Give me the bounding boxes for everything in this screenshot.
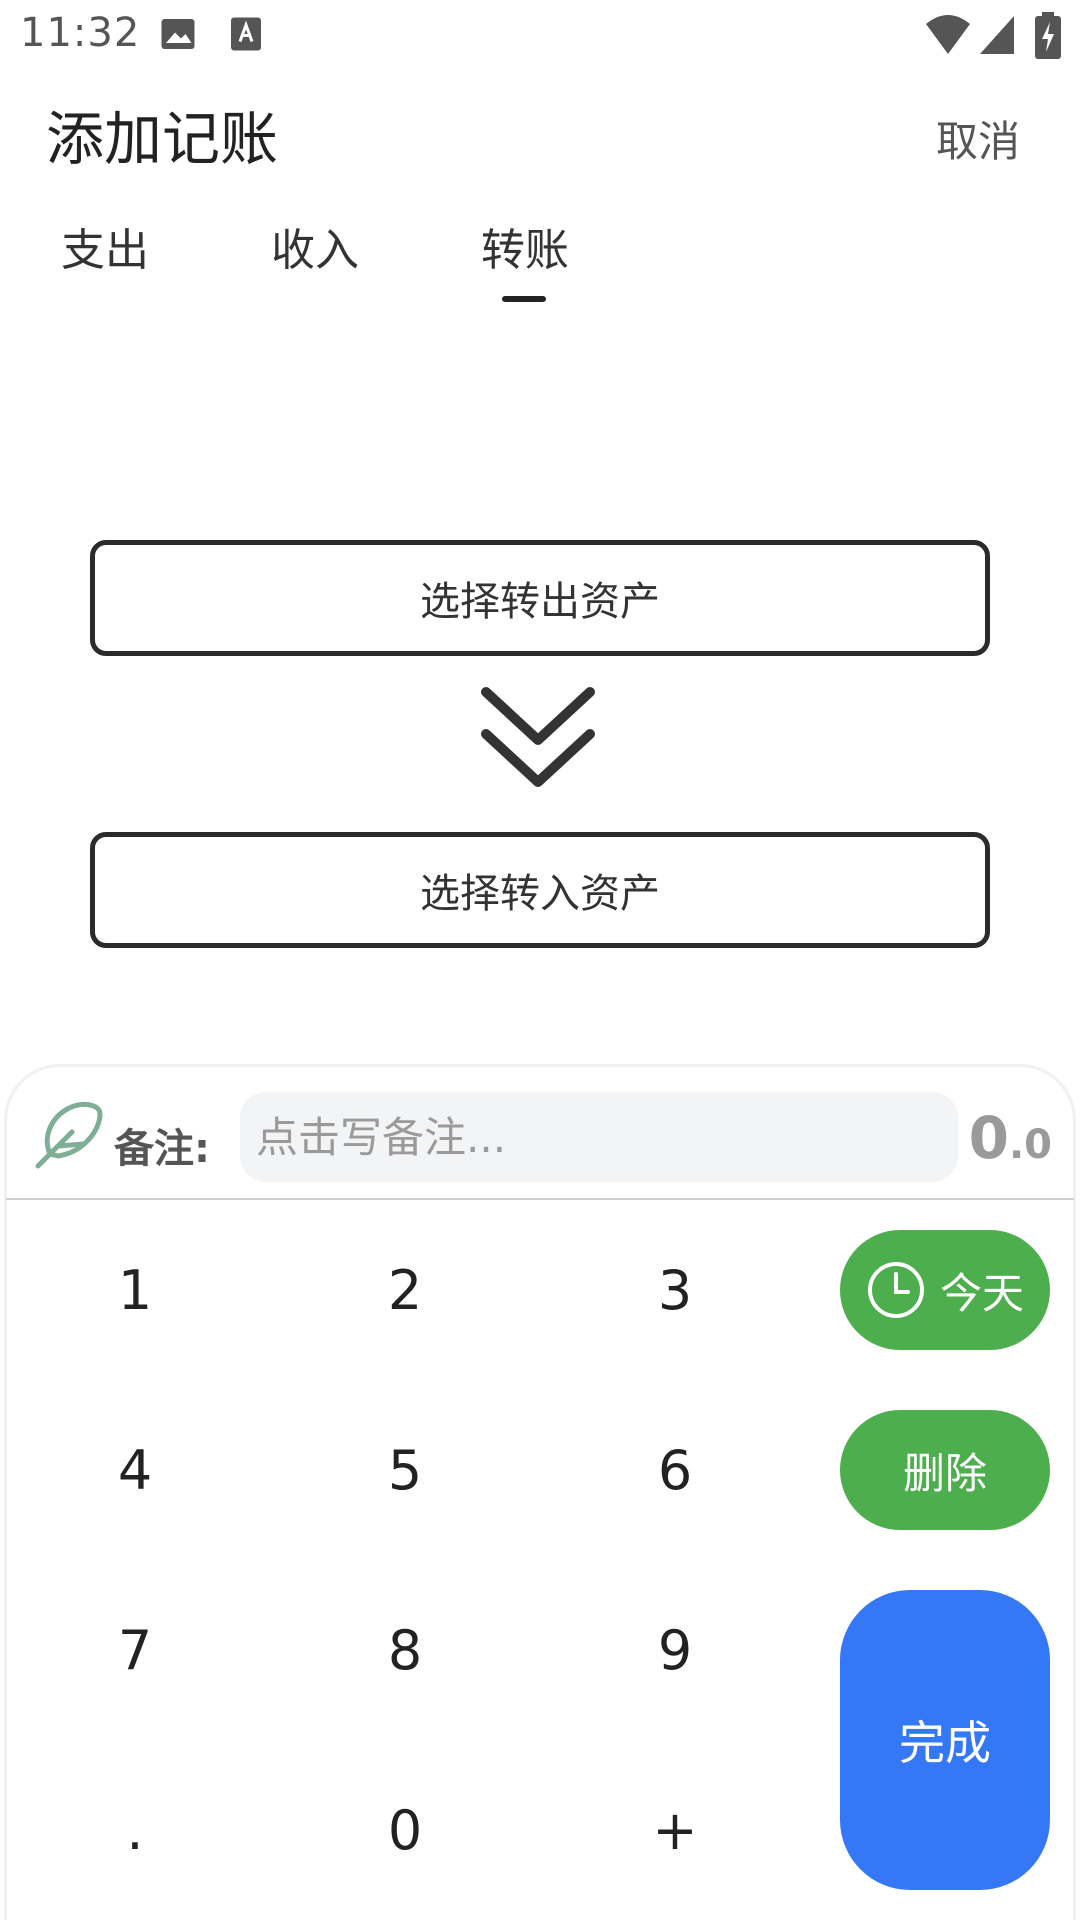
key-0[interactable]: 0: [290, 1770, 520, 1890]
amount-integer: 0: [968, 1104, 1009, 1172]
memo-row: 备注: 0.0: [0, 1064, 1080, 1200]
type-tabs: 支出 收入 转账: [0, 208, 1080, 308]
key-5[interactable]: 5: [290, 1410, 520, 1530]
tab-transfer[interactable]: 转账: [435, 208, 615, 304]
key-plus[interactable]: +: [560, 1770, 790, 1890]
amount-decimal: .0: [1008, 1122, 1052, 1168]
memo-divider: [6, 1198, 1074, 1200]
delete-button[interactable]: 删除: [840, 1410, 1050, 1530]
tab-income[interactable]: 收入: [225, 208, 405, 304]
cancel-button[interactable]: 取消: [936, 108, 1020, 169]
select-to-asset-button[interactable]: 选择转入资产: [90, 832, 990, 948]
header: 添加记账 取消: [0, 72, 1080, 192]
done-button[interactable]: 完成: [840, 1590, 1050, 1890]
battery-charging-icon: [1035, 12, 1061, 59]
feather-icon: [35, 1101, 103, 1169]
status-bar: 11:32: [0, 0, 1080, 72]
clock-icon: [867, 1262, 924, 1318]
wifi-icon: [926, 15, 970, 54]
memo-input[interactable]: [240, 1092, 958, 1182]
key-7[interactable]: 7: [20, 1590, 250, 1710]
key-6[interactable]: 6: [560, 1410, 790, 1530]
double-chevron-down-icon: [481, 687, 595, 787]
key-2[interactable]: 2: [290, 1230, 520, 1350]
tab-expense[interactable]: 支出: [15, 208, 195, 304]
memo-label: 备注:: [114, 1126, 210, 1172]
key-9[interactable]: 9: [560, 1590, 790, 1710]
key-1[interactable]: 1: [20, 1230, 250, 1350]
today-label: 今天: [939, 1268, 1024, 1318]
page-title: 添加记账: [46, 105, 279, 173]
key-dot[interactable]: .: [20, 1770, 250, 1890]
signal-icon: [980, 16, 1014, 54]
key-8[interactable]: 8: [290, 1590, 520, 1710]
key-3[interactable]: 3: [560, 1230, 790, 1350]
key-4[interactable]: 4: [20, 1410, 250, 1530]
today-button[interactable]: 今天: [840, 1230, 1050, 1350]
select-from-asset-button[interactable]: 选择转出资产: [90, 540, 990, 656]
tab-active-indicator: [502, 296, 546, 302]
text-a-icon: [231, 17, 261, 51]
status-time: 11:32: [20, 10, 141, 56]
gallery-icon: [161, 19, 195, 49]
amount-display: 0.0: [969, 1104, 1052, 1172]
